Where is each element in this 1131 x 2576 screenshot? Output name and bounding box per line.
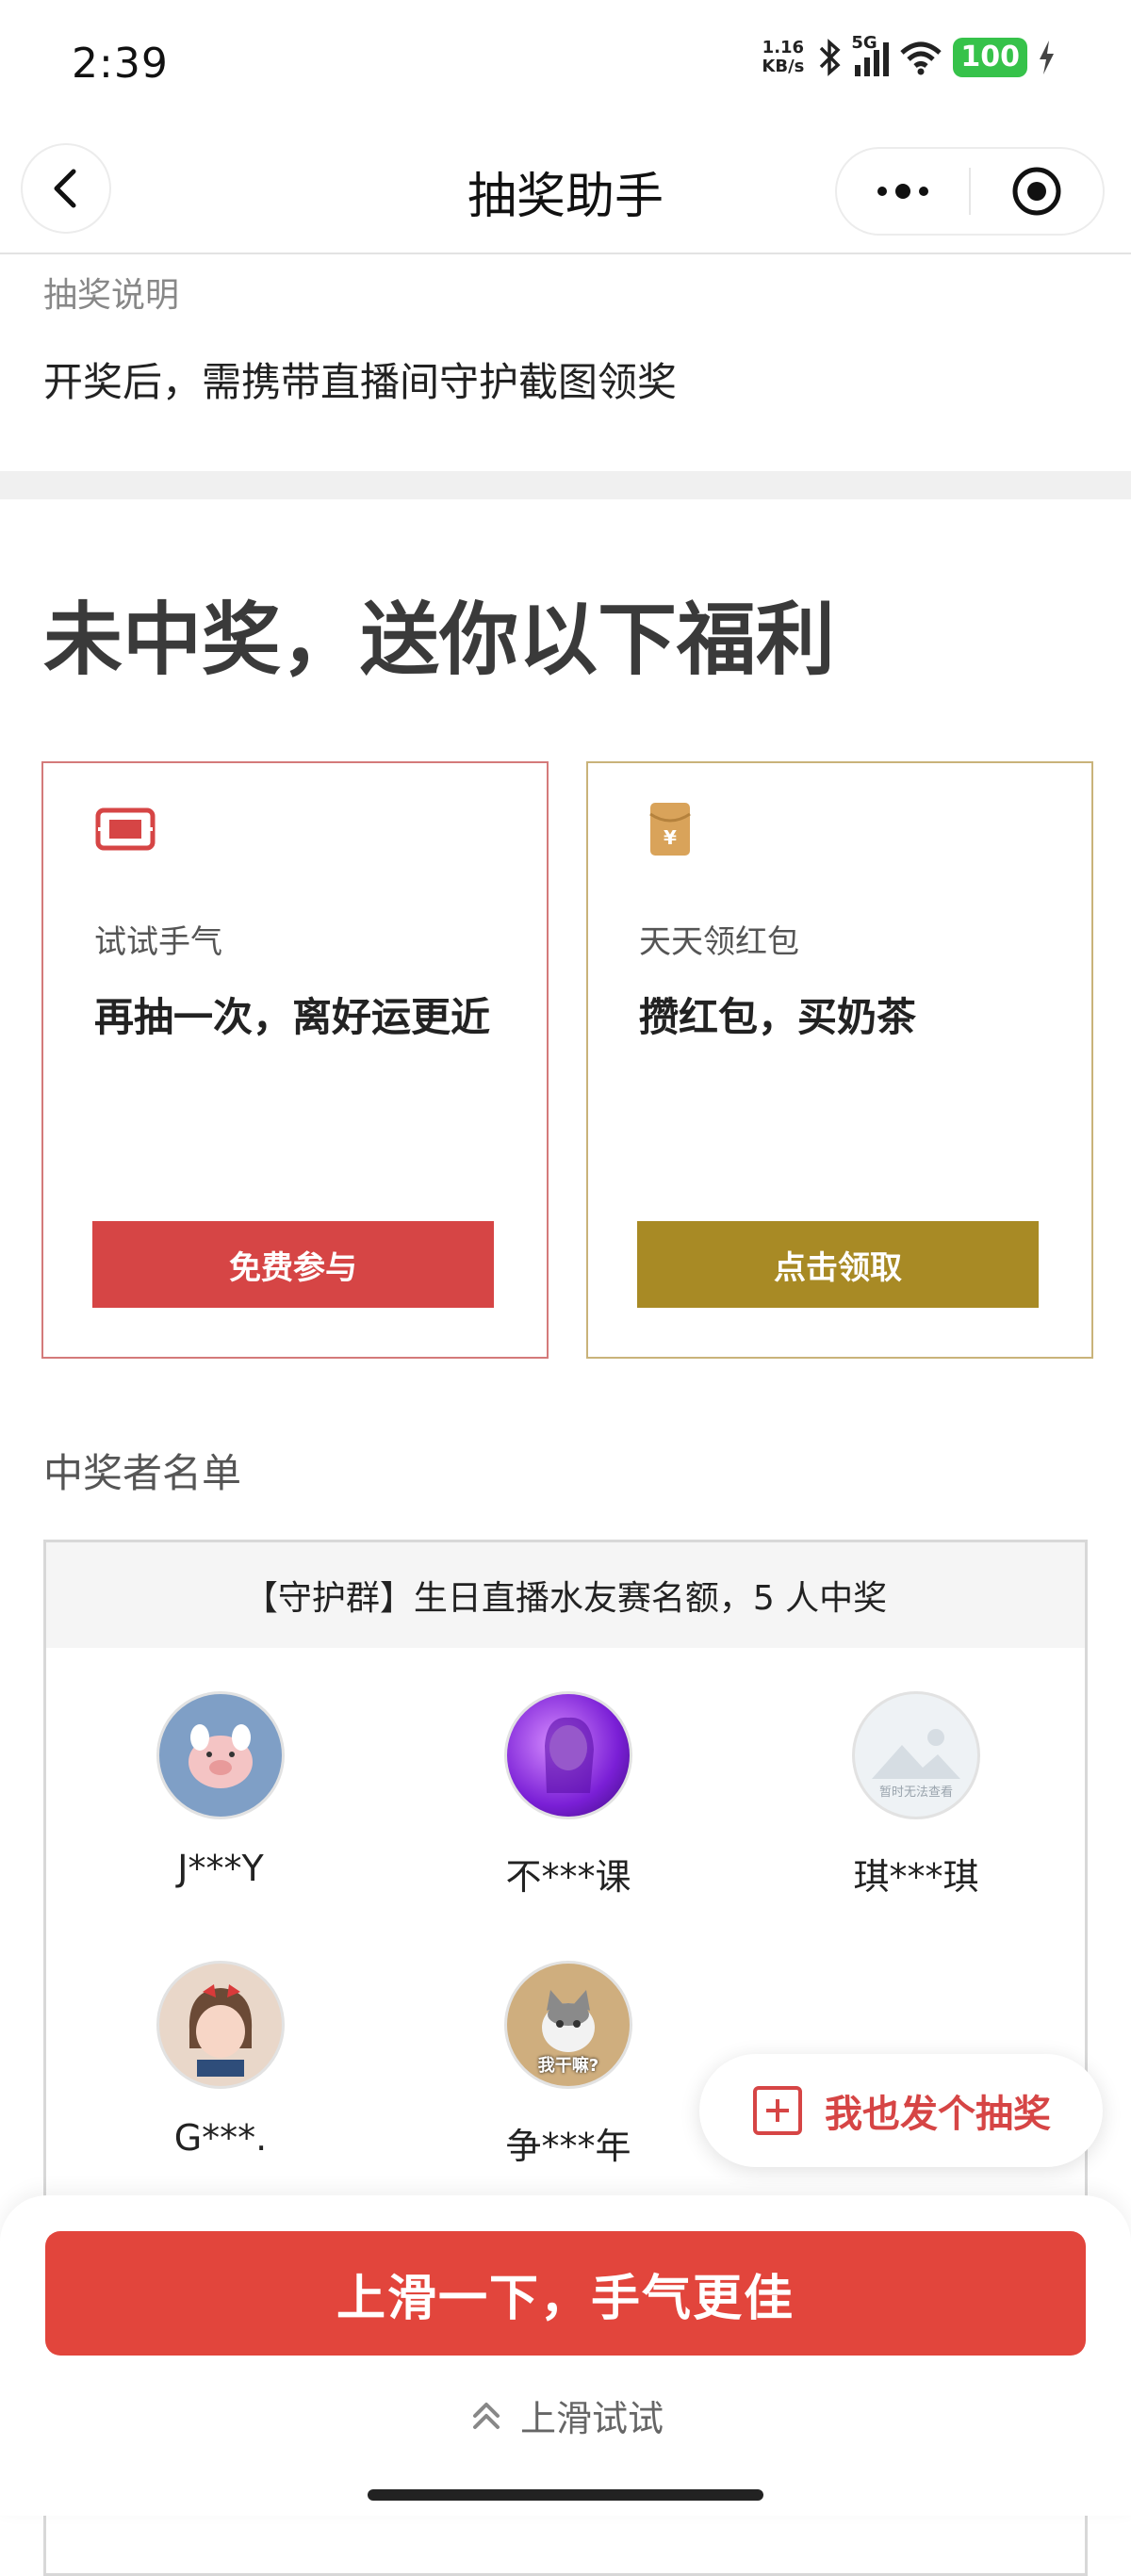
avatar-caption: 我干嘛? [537,2056,599,2076]
free-join-button[interactable]: 免费参与 [92,1221,494,1308]
bluetooth-icon [820,39,841,76]
mini-program-capsule [835,147,1105,236]
cellular-signal-icon: 5G [851,33,890,76]
welfare-title: 未中奖，送你以下福利 [43,593,836,686]
portrait-image [545,1717,594,1793]
home-indicator[interactable] [368,2489,763,2501]
claim-button[interactable]: 点击领取 [637,1221,1039,1308]
status-icons: 1.16 KB/s 5G 100 [762,33,1056,77]
pig-avatar [156,1691,285,1819]
description-text: 开奖后，需携带直播间守护截图领奖 [43,359,678,405]
svg-text:¥: ¥ [664,826,677,849]
winner-item: 不***课 [427,1691,710,1899]
nav-bar: 抽奖助手 [0,132,1131,254]
red-packet-card-headline: 攒红包，买奶茶 [639,994,917,1040]
close-miniprogram-button[interactable] [971,149,1103,234]
section-divider [0,471,1131,499]
winner-name: G***. [173,2117,268,2159]
winner-item: 暂时无法查看 琪***琪 [775,1691,1057,1899]
pig-image [188,1724,253,1788]
network-speed-unit: KB/s [762,57,805,76]
retry-card-subtitle: 试试手气 [94,923,222,961]
status-bar: 2:39 1.16 KB/s 5G 100 [0,0,1131,132]
more-button[interactable] [837,149,969,234]
swipe-hint[interactable]: 上滑试试 [0,2389,1131,2441]
battery-indicator: 100 [953,38,1027,77]
girl-avatar [156,1961,285,2089]
create-lottery-button[interactable]: 我也发个抽奖 [699,2054,1103,2167]
network-speed-value: 1.16 [762,38,805,57]
ticket-icon [95,807,156,851]
create-lottery-label: 我也发个抽奖 [825,2093,1051,2136]
retry-card: 试试手气 再抽一次，离好运更近 免费参与 [41,761,549,1359]
target-close-icon [1012,167,1061,216]
winner-name: J***Y [177,1848,264,1889]
swipe-up-button[interactable]: 上滑一下，手气更佳 [45,2231,1086,2356]
charging-icon [1040,41,1054,74]
winner-item: J***Y [79,1691,362,1889]
purple-portrait-avatar [504,1691,632,1819]
winners-label: 中奖者名单 [43,1450,242,1496]
retry-card-headline: 再抽一次，离好运更近 [94,994,491,1040]
winner-name: 不***课 [505,1856,631,1898]
network-type-label: 5G [851,33,877,53]
description-label: 抽奖说明 [43,276,180,315]
plus-square-icon [753,2086,802,2135]
network-speed: 1.16 KB/s [762,39,804,76]
more-dots-icon [877,184,928,199]
winner-name: 琪***琪 [853,1856,979,1898]
swipe-hint-text: 上滑试试 [519,2398,664,2439]
double-chevron-up-icon [472,2402,500,2429]
girl-image [188,1984,253,2077]
red-envelope-icon: ¥ [649,803,691,856]
red-packet-card-subtitle: 天天领红包 [639,923,799,961]
bottom-sheet: 上滑一下，手气更佳 上滑试试 [0,2195,1131,2516]
winner-item: G***. [79,1961,362,2159]
winners-group-title: 【守护群】生日直播水友赛名额，5 人中奖 [46,1542,1085,1648]
status-time: 2:39 [72,40,169,88]
wifi-icon [900,41,942,75]
placeholder-avatar: 暂时无法查看 [852,1691,980,1819]
winner-name: 争***年 [505,2126,631,2167]
winner-item: 我干嘛? 争***年 [427,1961,710,2169]
avatar-unavailable-text: 暂时无法查看 [878,1785,953,1800]
red-packet-card: ¥ 天天领红包 攒红包，买奶茶 点击领取 [586,761,1093,1359]
kitten-avatar: 我干嘛? [504,1961,632,2089]
